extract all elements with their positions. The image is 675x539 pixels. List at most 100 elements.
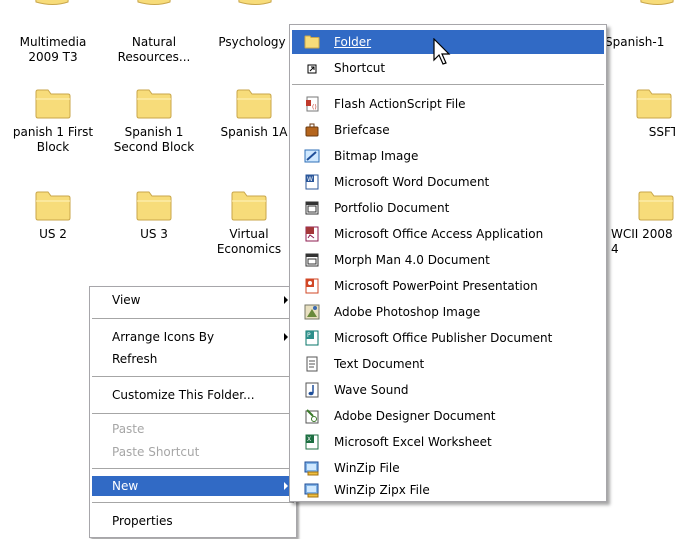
new-item-access-application[interactable]: Microsoft Office Access Application [292, 222, 604, 246]
folder-icon [638, 191, 674, 221]
folder-label: US 2 [39, 227, 67, 241]
new-item-morph-man-document[interactable]: Morph Man 4.0 Document [292, 248, 604, 272]
menu-item-label: WinZip File [334, 461, 400, 475]
menu-item-label: Microsoft Office Access Application [334, 227, 544, 241]
menu-item-label: Morph Man 4.0 Document [334, 253, 490, 267]
svg-text:W: W [307, 176, 313, 183]
folder-icon[interactable] [638, 0, 675, 8]
menu-item-label: Flash ActionScript File [334, 97, 466, 111]
new-item-winzip-file[interactable]: WinZip File [292, 456, 604, 480]
folder-icon[interactable] [236, 0, 274, 8]
svg-text:(): () [312, 104, 317, 111]
desktop-folder-us-2[interactable]: US 2 [3, 190, 103, 242]
folder-label: Spanish 1 Second Block [113, 125, 195, 154]
new-item-excel-worksheet[interactable]: X Microsoft Excel Worksheet [292, 430, 604, 454]
menu-item-label: WinZip Zipx File [334, 483, 430, 497]
new-item-portfolio-document[interactable]: Portfolio Document [292, 196, 604, 220]
menu-item-paste-shortcut[interactable]: Paste Shortcut [92, 442, 294, 462]
menu-item-label: Customize This Folder... [112, 388, 255, 402]
menu-item-properties[interactable]: Properties [92, 511, 294, 531]
desktop-folder-natural-resources[interactable]: Natural Resources... [104, 35, 204, 65]
photoshop-icon [304, 304, 320, 320]
menu-item-label: Briefcase [334, 123, 390, 137]
desktop-folder-ssfta[interactable]: SSFTA [606, 88, 675, 140]
mouse-pointer-icon [433, 38, 451, 65]
menu-item-view[interactable]: View [92, 290, 294, 310]
folder-icon [236, 89, 272, 119]
desktop-folder-multimedia[interactable]: Multimedia 2009 T3 [3, 35, 103, 65]
folder-icon [304, 35, 320, 49]
bitmap-icon [304, 149, 320, 163]
desktop-folder-spanish-1-first-block[interactable]: panish 1 First Block [3, 88, 103, 155]
flash-file-icon: () [306, 96, 319, 112]
winzip-icon [304, 461, 319, 476]
desktop-folder-spanish-1[interactable]: Spanish-1 [605, 35, 675, 50]
new-item-word-document[interactable]: W Microsoft Word Document [292, 170, 604, 194]
folder-icon [136, 191, 172, 221]
access-icon [305, 226, 319, 242]
folder-label: WCII 2008 Blk 4 [611, 227, 675, 256]
new-item-publisher-document[interactable]: P Microsoft Office Publisher Document [292, 326, 604, 350]
menu-item-label: Properties [112, 514, 173, 528]
folder-icon[interactable] [135, 0, 173, 8]
menu-separator [92, 468, 294, 469]
svg-text:X: X [307, 436, 311, 443]
folder-icon [35, 191, 71, 221]
new-item-photoshop-image[interactable]: Adobe Photoshop Image [292, 300, 604, 324]
new-item-briefcase[interactable]: Briefcase [292, 118, 604, 142]
morph-icon [305, 253, 319, 267]
menu-item-label: Wave Sound [334, 383, 409, 397]
desktop-folder-psychology[interactable]: Psychology [202, 35, 302, 50]
new-item-designer-document[interactable]: Adobe Designer Document [292, 404, 604, 428]
folder-icon [636, 89, 672, 119]
desktop-folder-spanish-1-second-block[interactable]: Spanish 1 Second Block [104, 88, 204, 155]
menu-separator [92, 376, 294, 377]
desktop-folder-virtual-economics[interactable]: Virtual Economics [199, 190, 299, 257]
submenu-arrow-icon [284, 296, 288, 304]
winzip-zipx-icon [304, 483, 319, 498]
new-item-powerpoint-presentation[interactable]: Microsoft PowerPoint Presentation [292, 274, 604, 298]
menu-separator [292, 84, 604, 85]
text-doc-icon [306, 356, 318, 372]
word-icon: W [305, 174, 319, 190]
menu-item-label: View [112, 293, 141, 307]
menu-item-label: New [112, 479, 139, 493]
portfolio-icon [305, 201, 319, 215]
new-item-wave-sound[interactable]: Wave Sound [292, 378, 604, 402]
submenu-arrow-icon [284, 333, 288, 341]
wave-sound-icon [305, 382, 319, 398]
menu-item-label: Paste [112, 422, 145, 436]
new-item-text-document[interactable]: Text Document [292, 352, 604, 376]
menu-item-arrange-icons-by[interactable]: Arrange Icons By [92, 327, 294, 347]
new-item-winzip-zipx-file[interactable]: WinZip Zipx File [292, 478, 604, 502]
folder-label: US 3 [140, 227, 168, 241]
desktop-context-menu: View Arrange Icons By Refresh Customize … [89, 286, 297, 538]
menu-item-new[interactable]: New [92, 476, 294, 496]
menu-item-paste[interactable]: Paste [92, 419, 294, 439]
powerpoint-icon [305, 278, 319, 294]
menu-item-label: Microsoft Office Publisher Document [334, 331, 553, 345]
folder-icon[interactable] [33, 0, 71, 8]
submenu-arrow-icon [284, 482, 288, 490]
folder-label: Virtual Economics [216, 227, 282, 256]
publisher-icon: P [305, 330, 319, 346]
menu-item-customize-folder[interactable]: Customize This Folder... [92, 385, 294, 405]
folder-label: Spanish 1A [220, 125, 288, 139]
menu-item-refresh[interactable]: Refresh [92, 349, 294, 369]
new-item-flash-actionscript[interactable]: () Flash ActionScript File [292, 92, 604, 116]
folder-icon [136, 89, 172, 119]
shortcut-icon [307, 64, 317, 74]
menu-item-label: Bitmap Image [334, 149, 419, 163]
new-submenu: Folder Shortcut () Flash ActionScript Fi… [289, 24, 607, 502]
menu-item-label: Text Document [334, 357, 425, 371]
menu-separator [92, 502, 294, 503]
new-item-bitmap-image[interactable]: Bitmap Image [292, 144, 604, 168]
menu-item-label: Arrange Icons By [112, 330, 215, 344]
desktop-folder-wcii-2008[interactable]: WCII 2008 Blk 4 [607, 190, 675, 257]
folder-label: SSFTA [648, 125, 675, 139]
folder-label: Multimedia 2009 T3 [19, 35, 87, 64]
desktop-folder-us-3[interactable]: US 3 [104, 190, 204, 242]
menu-item-label: Refresh [112, 352, 158, 366]
menu-item-label: Adobe Designer Document [334, 409, 496, 423]
svg-text:P: P [307, 332, 311, 339]
